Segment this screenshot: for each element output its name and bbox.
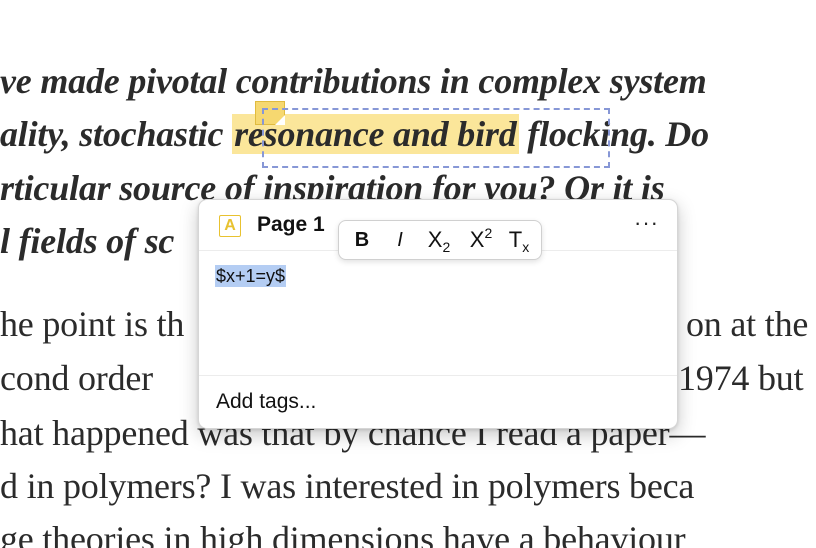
- superscript-base: X: [469, 227, 485, 252]
- superscript-button[interactable]: X2: [463, 221, 499, 259]
- add-tags-field[interactable]: Add tags...: [216, 390, 316, 414]
- line-text: he point is th: [0, 304, 185, 344]
- format-toolbar: B I X2 X2 Tx: [338, 220, 542, 260]
- comment-text[interactable]: $x+1=y$: [215, 265, 287, 287]
- document-line: on at the l: [686, 303, 816, 345]
- page-label: Page 1: [257, 213, 325, 236]
- document-line: l fields of sc: [0, 220, 174, 262]
- annotation-highlight-icon: A: [219, 215, 241, 237]
- bold-button[interactable]: B: [347, 221, 377, 259]
- italic-button[interactable]: I: [387, 221, 413, 259]
- line-text: ge theories in high dimensions have a be…: [0, 519, 686, 548]
- line-text: flocking. Do: [518, 114, 709, 154]
- clear-formatting-button[interactable]: Tx: [503, 221, 535, 259]
- line-text: ality, stochastic: [0, 114, 233, 154]
- line-text: on at the l: [686, 304, 816, 344]
- clear-format-base: T: [508, 227, 523, 252]
- document-line: ality, stochastic resonance and bird flo…: [0, 113, 709, 155]
- more-options-button[interactable]: ···: [634, 210, 659, 236]
- line-text: d in polymers? I was interested in polym…: [0, 466, 695, 506]
- annotation-handle[interactable]: [255, 101, 285, 125]
- document-line: 1974 but: [678, 357, 804, 399]
- superscript-mark: 2: [484, 225, 493, 241]
- document-line: d in polymers? I was interested in polym…: [0, 465, 694, 507]
- document-line: he point is th: [0, 303, 184, 345]
- document-line: cond order: [0, 357, 153, 399]
- subscript-mark: 2: [442, 239, 451, 255]
- line-text: l fields of sc: [0, 221, 175, 261]
- line-text: 1974 but: [678, 358, 804, 398]
- line-text: ve made pivotal contributions in complex…: [0, 61, 707, 101]
- subscript-base: X: [427, 227, 443, 252]
- document-line: ge theories in high dimensions have a be…: [0, 518, 686, 548]
- comment-editor[interactable]: $x+1=y$: [215, 265, 287, 287]
- line-text: cond order: [0, 358, 153, 398]
- document-line: ve made pivotal contributions in complex…: [0, 60, 707, 102]
- clear-format-mark: x: [522, 239, 530, 255]
- subscript-button[interactable]: X2: [421, 221, 457, 259]
- divider: [199, 375, 677, 376]
